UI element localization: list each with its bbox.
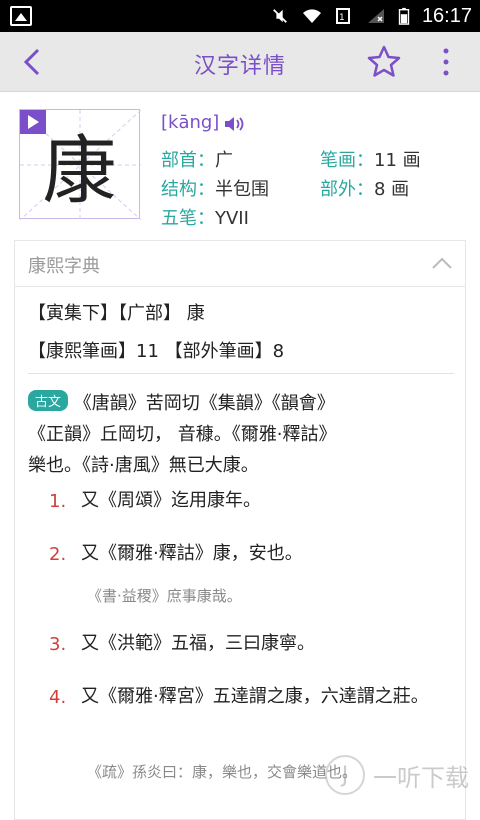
card-header[interactable]: 康熙字典 <box>15 241 465 287</box>
kangxi-strokes-line: 【康熙筆画】11 【部外筆画】8 <box>28 341 285 362</box>
definition-citation: 《疏》孫炎曰：康，樂也，交會樂道也。 <box>87 763 358 781</box>
mute-icon <box>273 9 287 23</box>
ancient-tag: 古文 <box>28 390 69 411</box>
ancient-line-1: 古文 《唐韻》苦岡切《集韻》《韻會》 <box>28 389 335 415</box>
status-bar: 1 16:17 <box>0 0 480 32</box>
card-title: 康熙字典 <box>28 256 100 277</box>
ancient-line-2: 《正韻》丘岡切， 音穅。《爾雅·釋詁》 <box>28 424 337 445</box>
item-number: 2. <box>49 544 67 565</box>
character-summary: 康 [kāng] 部首：广 笔画：11 画 结构：半包围 部外：8 画 五笔：Y… <box>0 93 480 230</box>
favorite-star-icon[interactable] <box>366 44 402 80</box>
ancient-line-3: 樂也。《詩·唐風》無已大康。 <box>28 455 259 476</box>
watermark-logo-icon: J <box>325 755 365 795</box>
kangxi-index-line: 【寅集下】【广部】 康 <box>28 303 205 324</box>
outer-strokes-row: 部外：8 画 <box>320 179 410 200</box>
item-number: 1. <box>49 491 67 512</box>
battery-icon <box>398 7 410 25</box>
definition-item: 又《爾雅·釋詁》康，安也。 <box>81 543 303 564</box>
item-number: 3. <box>49 634 67 655</box>
wubi-row: 五笔：YVII <box>161 208 249 229</box>
divider <box>28 373 454 374</box>
watermark: J 一听下载 <box>325 750 475 800</box>
definition-item: 又《爾雅·釋宮》五達謂之康，六達謂之莊。 <box>81 686 429 707</box>
page-title: 汉字详情 <box>193 54 286 79</box>
play-icon <box>28 115 39 129</box>
signal-icon <box>367 9 384 23</box>
item-number: 4. <box>49 687 67 708</box>
sim-icon: 1 <box>335 8 350 24</box>
pinyin: [kāng] <box>161 112 220 133</box>
character-grid: 康 <box>19 109 141 220</box>
definition-item: 又《洪範》五福，三曰康寧。 <box>81 633 315 654</box>
gallery-icon <box>10 6 32 26</box>
wifi-icon <box>302 9 321 23</box>
definition-item: 又《周頌》迄用康年。 <box>81 490 261 511</box>
radical-row: 部首：广 <box>161 150 233 171</box>
definition-citation: 《書·益稷》庶事康哉。 <box>87 587 242 605</box>
speaker-icon[interactable] <box>223 115 247 133</box>
strokes-row: 笔画：11 画 <box>320 150 421 171</box>
play-stroke-button[interactable] <box>20 110 46 134</box>
more-vert-icon[interactable] <box>436 46 456 78</box>
status-time: 16:17 <box>421 4 472 27</box>
structure-row: 结构：半包围 <box>161 179 269 200</box>
kangxi-card: 康熙字典 【寅集下】【广部】 康 【康熙筆画】11 【部外筆画】8 古文 《唐韻… <box>14 240 466 820</box>
chevron-up-icon[interactable] <box>431 255 453 271</box>
svg-text:1: 1 <box>339 13 345 23</box>
app-bar: 汉字详情 <box>0 32 480 92</box>
